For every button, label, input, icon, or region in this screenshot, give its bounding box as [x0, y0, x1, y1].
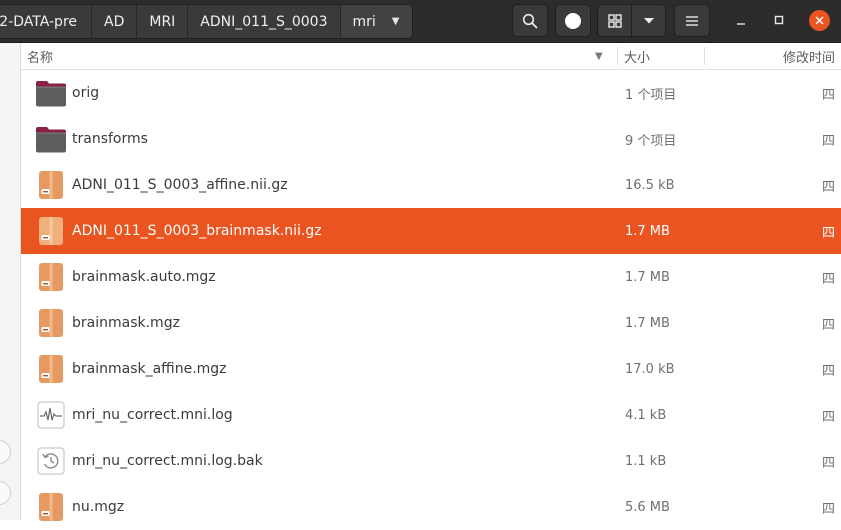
- breadcrumb-label: mri: [352, 13, 376, 30]
- file-row[interactable]: nu.mgz 5.6 MB 四: [21, 484, 841, 530]
- close-button[interactable]: [809, 10, 830, 31]
- sidebar-eject-icon[interactable]: [0, 481, 11, 505]
- file-modified: 四: [821, 317, 835, 333]
- file-modified: 四: [821, 133, 835, 149]
- file-modified: 四: [821, 501, 835, 517]
- main-menu-button[interactable]: [674, 4, 710, 37]
- column-divider[interactable]: [617, 47, 618, 65]
- file-size: 1.7 MB: [625, 315, 670, 331]
- maximize-button[interactable]: [769, 10, 789, 30]
- column-size-header[interactable]: 大小: [624, 43, 650, 69]
- file-size: 16.5 kB: [625, 177, 675, 193]
- file-name: mri_nu_correct.mni.log: [72, 407, 233, 423]
- chevron-down-icon: ▼: [391, 16, 400, 27]
- minimize-button[interactable]: [731, 10, 751, 30]
- file-row[interactable]: mri_nu_correct.mni.log 4.1 kB 四: [21, 392, 841, 438]
- file-size: 1.7 MB: [625, 269, 670, 285]
- sidebar: [0, 43, 21, 520]
- chevron-down-icon: [643, 17, 654, 23]
- file-modified: 四: [821, 225, 835, 241]
- file-row[interactable]: brainmask_affine.mgz 17.0 kB 四: [21, 346, 841, 392]
- file-size: 1 个项目: [625, 87, 677, 103]
- breadcrumb-label: AD: [104, 13, 125, 30]
- sort-descending-icon: ▼: [595, 50, 603, 62]
- header-bar: 2-DATA-pre AD MRI ADNI_011_S_0003 mri ▼: [0, 0, 841, 43]
- folder-icon: [36, 127, 66, 153]
- file-size: 1.7 MB: [625, 223, 670, 239]
- file-row[interactable]: brainmask.mgz 1.7 MB 四: [21, 300, 841, 346]
- file-size: 5.6 MB: [625, 499, 670, 515]
- view-options-dropdown[interactable]: [631, 5, 665, 36]
- file-name: transforms: [72, 131, 148, 147]
- file-name: ADNI_011_S_0003_brainmask.nii.gz: [72, 223, 322, 239]
- file-name: brainmask_affine.mgz: [72, 361, 227, 377]
- backup-file-icon: [37, 447, 65, 475]
- archive-icon: [39, 355, 63, 383]
- file-list: orig 1 个项目 四 transforms 9 个项目 四 ADNI_011…: [21, 70, 841, 521]
- file-row[interactable]: mri_nu_correct.mni.log.bak 1.1 kB 四: [21, 438, 841, 484]
- file-row[interactable]: orig 1 个项目 四: [21, 70, 841, 116]
- file-size: 4.1 kB: [625, 407, 667, 423]
- file-name: nu.mgz: [72, 499, 125, 515]
- breadcrumb-label: MRI: [149, 13, 176, 30]
- grid-view-icon: [607, 13, 622, 28]
- search-button[interactable]: [512, 4, 548, 37]
- minimize-icon: [737, 23, 745, 25]
- file-modified: 四: [821, 179, 835, 195]
- file-modified: 四: [821, 455, 835, 471]
- file-row[interactable]: ADNI_011_S_0003_affine.nii.gz 16.5 kB 四: [21, 162, 841, 208]
- file-modified: 四: [821, 363, 835, 379]
- column-name-header[interactable]: 名称: [27, 43, 617, 69]
- log-file-icon: [37, 401, 65, 429]
- hamburger-menu-icon: [686, 15, 698, 26]
- file-row-selected[interactable]: ADNI_011_S_0003_brainmask.nii.gz 1.7 MB …: [21, 208, 841, 254]
- breadcrumb-label: 2-DATA-pre: [0, 13, 77, 30]
- breadcrumb-item-ad[interactable]: AD: [92, 5, 138, 38]
- search-icon: [522, 13, 538, 28]
- file-size: 17.0 kB: [625, 361, 675, 377]
- sidebar-eject-icon[interactable]: [0, 440, 11, 464]
- file-row[interactable]: transforms 9 个项目 四: [21, 116, 841, 162]
- archive-icon: [39, 171, 63, 199]
- close-icon: [815, 16, 824, 25]
- record-button[interactable]: [555, 4, 591, 37]
- archive-icon: [39, 309, 63, 337]
- maximize-icon: [774, 15, 784, 25]
- archive-icon: [39, 263, 63, 291]
- column-divider[interactable]: [704, 47, 705, 65]
- file-name: brainmask.auto.mgz: [72, 269, 216, 285]
- breadcrumb-item-mri-current[interactable]: mri ▼: [340, 5, 412, 38]
- file-name: orig: [72, 85, 100, 101]
- breadcrumb-label: ADNI_011_S_0003: [200, 13, 328, 30]
- folder-icon: [36, 81, 66, 107]
- breadcrumb-item-2-data-pre[interactable]: 2-DATA-pre: [0, 5, 92, 38]
- file-modified: 四: [821, 271, 835, 287]
- archive-icon: [39, 493, 63, 521]
- file-modified: 四: [821, 87, 835, 103]
- breadcrumb-item-adni[interactable]: ADNI_011_S_0003: [188, 5, 341, 38]
- file-name: ADNI_011_S_0003_affine.nii.gz: [72, 177, 288, 193]
- column-modified-header[interactable]: 修改时间: [783, 43, 835, 69]
- file-row[interactable]: brainmask.auto.mgz 1.7 MB 四: [21, 254, 841, 300]
- breadcrumb: 2-DATA-pre AD MRI ADNI_011_S_0003 mri ▼: [0, 4, 413, 39]
- record-circle-icon: [565, 12, 581, 29]
- file-name: mri_nu_correct.mni.log.bak: [72, 453, 263, 469]
- file-size: 9 个项目: [625, 133, 677, 149]
- file-modified: 四: [821, 409, 835, 425]
- archive-icon: [39, 217, 63, 245]
- view-options-group: [597, 4, 666, 37]
- breadcrumb-item-mri[interactable]: MRI: [137, 5, 189, 38]
- column-header: 名称 ▼ 大小 修改时间: [21, 43, 841, 70]
- grid-view-button[interactable]: [598, 5, 631, 36]
- file-size: 1.1 kB: [625, 453, 667, 469]
- file-name: brainmask.mgz: [72, 315, 180, 331]
